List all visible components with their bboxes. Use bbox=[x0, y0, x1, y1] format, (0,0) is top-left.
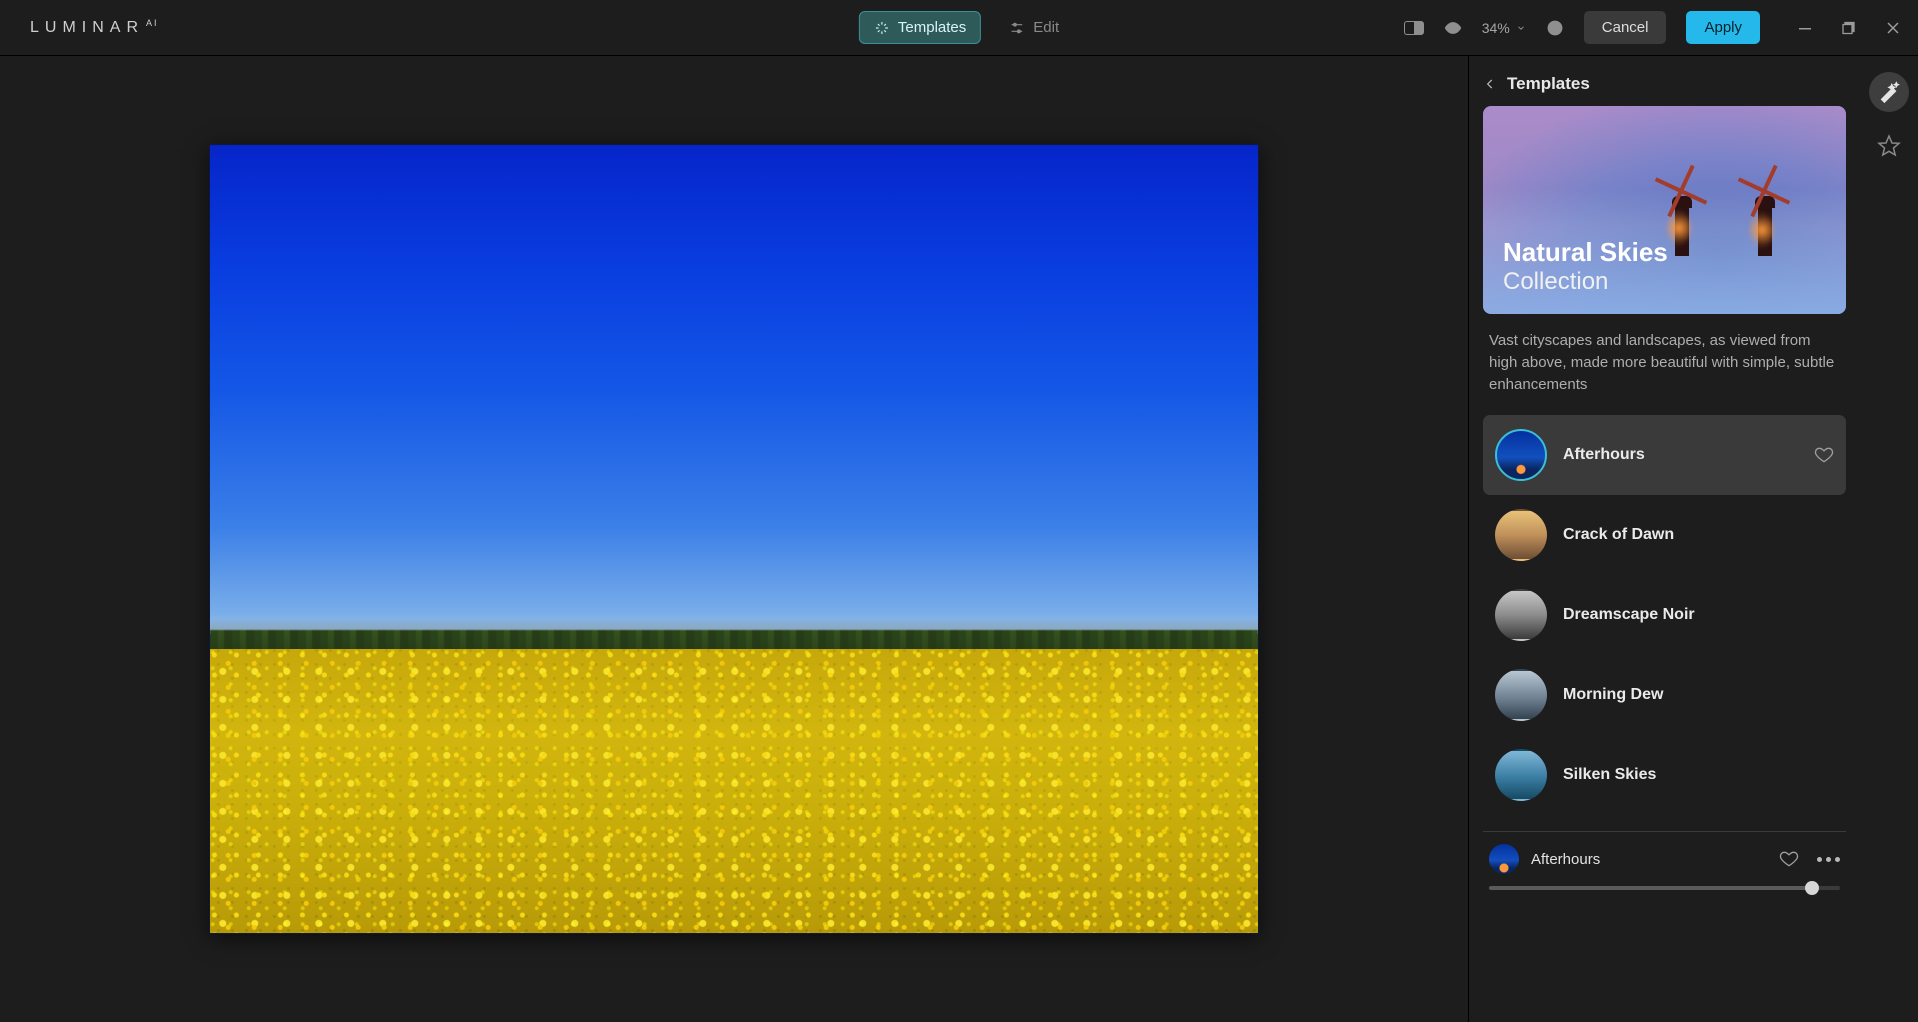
cancel-button[interactable]: Cancel bbox=[1584, 11, 1667, 44]
favorite-rail-icon[interactable] bbox=[1877, 134, 1901, 158]
collection-subtitle: Collection bbox=[1503, 268, 1668, 296]
preset-name: Crack of Dawn bbox=[1563, 526, 1674, 544]
favorite-icon[interactable] bbox=[1779, 849, 1799, 869]
panel-header: Templates bbox=[1483, 74, 1846, 94]
preset-name: Afterhours bbox=[1563, 446, 1645, 464]
sliders-icon bbox=[1009, 20, 1025, 36]
zoom-value: 34% bbox=[1482, 20, 1510, 36]
divider bbox=[1483, 831, 1846, 832]
app-name: LUMINAR bbox=[30, 19, 144, 37]
applied-preset-name: Afterhours bbox=[1531, 851, 1600, 868]
tab-templates[interactable]: Templates bbox=[859, 11, 981, 44]
slider-handle[interactable] bbox=[1805, 881, 1819, 895]
eye-icon[interactable] bbox=[1444, 19, 1462, 37]
templates-panel: Templates Natural Skies Collection bbox=[1469, 56, 1860, 1022]
more-icon[interactable] bbox=[1817, 857, 1840, 862]
zoom-dropdown[interactable]: 34% bbox=[1482, 20, 1526, 36]
preset-dreamscape-noir[interactable]: Dreamscape Noir bbox=[1483, 575, 1846, 655]
preset-name: Dreamscape Noir bbox=[1563, 606, 1695, 624]
window-controls bbox=[1798, 21, 1900, 35]
preset-morning-dew[interactable]: Morning Dew bbox=[1483, 655, 1846, 735]
preset-thumb bbox=[1495, 429, 1547, 481]
preset-crack-of-dawn[interactable]: Crack of Dawn bbox=[1483, 495, 1846, 575]
preset-list: Afterhours Crack of Dawn Dreamscape Noir Mo… bbox=[1483, 415, 1846, 815]
preview-image[interactable] bbox=[209, 144, 1259, 934]
preset-afterhours[interactable]: Afterhours bbox=[1483, 415, 1846, 495]
sparkle-icon bbox=[874, 20, 890, 36]
right-controls: 34% Cancel Apply bbox=[1404, 11, 1918, 44]
app-logo: LUMINAR AI bbox=[30, 19, 159, 37]
chevron-down-icon bbox=[1516, 23, 1526, 33]
help-icon[interactable] bbox=[1546, 19, 1564, 37]
preset-name: Morning Dew bbox=[1563, 686, 1663, 704]
tab-edit[interactable]: Edit bbox=[1009, 19, 1059, 36]
back-chevron-icon[interactable] bbox=[1483, 77, 1497, 91]
panel-title: Templates bbox=[1507, 74, 1590, 94]
side-rail bbox=[1860, 56, 1918, 1022]
mode-tabs: Templates Edit bbox=[859, 11, 1059, 44]
tab-edit-label: Edit bbox=[1033, 19, 1059, 36]
preset-name: Silken Skies bbox=[1563, 766, 1656, 784]
compare-icon[interactable] bbox=[1404, 21, 1424, 35]
applied-preset-bar: Afterhours bbox=[1483, 844, 1846, 884]
heart-icon[interactable] bbox=[1814, 445, 1834, 465]
applied-preset-thumb bbox=[1489, 844, 1519, 874]
collection-description: Vast cityscapes and landscapes, as viewe… bbox=[1483, 330, 1846, 395]
magic-templates-icon[interactable] bbox=[1869, 72, 1909, 112]
top-bar: LUMINAR AI Templates Edit 34% bbox=[0, 0, 1918, 56]
preset-thumb bbox=[1495, 589, 1547, 641]
collection-title: Natural Skies bbox=[1503, 237, 1668, 268]
preset-amount-slider[interactable] bbox=[1489, 886, 1840, 890]
app-name-sup: AI bbox=[146, 18, 159, 28]
preset-thumb bbox=[1495, 749, 1547, 801]
preset-thumb bbox=[1495, 509, 1547, 561]
preset-thumb bbox=[1495, 669, 1547, 721]
minimize-icon[interactable] bbox=[1798, 21, 1812, 35]
close-icon[interactable] bbox=[1886, 21, 1900, 35]
canvas-area bbox=[0, 56, 1468, 1022]
content: Templates Natural Skies Collection bbox=[0, 56, 1918, 1022]
sidebar: Templates Natural Skies Collection bbox=[1468, 56, 1918, 1022]
collection-card[interactable]: Natural Skies Collection bbox=[1483, 106, 1846, 314]
tab-templates-label: Templates bbox=[898, 19, 966, 36]
apply-button[interactable]: Apply bbox=[1686, 11, 1760, 44]
maximize-icon[interactable] bbox=[1842, 21, 1856, 35]
preset-silken-skies[interactable]: Silken Skies bbox=[1483, 735, 1846, 815]
